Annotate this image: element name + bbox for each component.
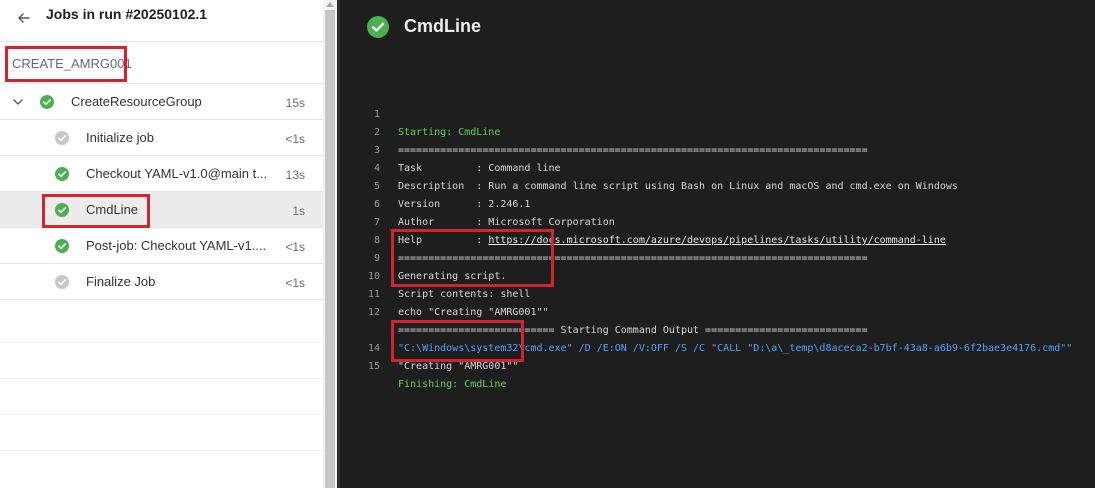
- chevron-down-icon[interactable]: [12, 96, 24, 108]
- step-label: Post-job: Checkout YAML-v1....: [86, 238, 267, 253]
- step-row-finalize-job[interactable]: Finalize Job <1s: [0, 264, 323, 300]
- step-duration: <1s: [285, 240, 305, 254]
- check-circle-icon: [55, 203, 69, 217]
- log-line: 6 Author : Microsoft Corporation: [360, 178, 1095, 228]
- log-line: 7 Help : https://docs.microsoft.com/azur…: [360, 196, 1095, 246]
- step-duration: <1s: [285, 132, 305, 146]
- log-line: 15 Finishing: CmdLine: [360, 340, 1095, 390]
- log-line: 14 "Creating "AMRG001"": [360, 322, 1095, 372]
- check-circle-icon: [55, 167, 69, 181]
- divider: [0, 414, 323, 415]
- skipped-circle-icon: [55, 275, 69, 289]
- skipped-circle-icon: [55, 131, 69, 145]
- job-name-row: CREATE_AMRG001: [0, 42, 323, 84]
- check-circle-icon: [55, 239, 69, 253]
- log-line: 11 echo "Creating "AMRG001"": [360, 268, 1095, 318]
- step-duration: 1s: [292, 204, 305, 218]
- sidebar-title: Jobs in run #20250102.1: [46, 6, 208, 22]
- log-line: 10 Script contents: shell: [360, 250, 1095, 300]
- step-label: Initialize job: [86, 130, 154, 145]
- check-circle-icon: [367, 16, 389, 38]
- step-row-post-job-checkout[interactable]: Post-job: Checkout YAML-v1.... <1s: [0, 228, 323, 264]
- log-line: 12 ========================== Starting C…: [360, 286, 1095, 336]
- step-duration: 13s: [285, 168, 305, 182]
- log-line: 5 Version : 2.246.1: [360, 160, 1095, 210]
- log-line: 9 Generating script.: [360, 232, 1095, 282]
- job-label: CreateResourceGroup: [71, 94, 202, 109]
- line-text: "Creating "AMRG001"": [398, 361, 519, 372]
- job-name: CREATE_AMRG001: [12, 56, 132, 71]
- step-label: Finalize Job: [86, 274, 156, 289]
- divider: [0, 378, 323, 379]
- log-line: 2 ======================================…: [360, 106, 1095, 156]
- sidebar-header: Jobs in run #20250102.1: [0, 0, 323, 42]
- sidebar-empty-area: [0, 302, 323, 488]
- check-circle-icon: [40, 95, 54, 109]
- log-line: "C:\Windows\system32\cmd.exe" /D /E:ON /…: [360, 304, 1095, 354]
- log-line: 4 Description : Run a command line scrip…: [360, 142, 1095, 192]
- job-duration: 15s: [285, 96, 305, 110]
- step-row-cmdline[interactable]: CmdLine 1s: [0, 192, 323, 228]
- line-number: 15: [367, 361, 380, 372]
- step-row-initialize-job[interactable]: Initialize job <1s: [0, 120, 323, 156]
- divider: [0, 342, 323, 343]
- step-row-checkout-yaml[interactable]: Checkout YAML-v1.0@main t... 13s: [0, 156, 323, 192]
- job-row-createresourcegroup[interactable]: CreateResourceGroup 15s: [0, 84, 323, 120]
- scrollbar-thumb[interactable]: [325, 10, 335, 488]
- log-title: CmdLine: [404, 16, 482, 36]
- log-line: 1 Starting: CmdLine: [360, 88, 1095, 138]
- step-label: CmdLine: [86, 202, 139, 217]
- arrow-left-icon[interactable]: [15, 9, 33, 27]
- jobs-sidebar: Jobs in run #20250102.1 CREATE_AMRG001 C…: [0, 0, 337, 488]
- log-line: 8 ======================================…: [360, 214, 1095, 264]
- panel-divider: [337, 0, 340, 488]
- scroll-up-arrow-icon[interactable]: [326, 2, 334, 7]
- jobs-list: Jobs in run #20250102.1 CREATE_AMRG001 C…: [0, 0, 323, 488]
- divider: [0, 450, 323, 451]
- log-line: 3 Task : Command line: [360, 124, 1095, 174]
- line-text: Finishing: CmdLine: [398, 379, 507, 390]
- step-duration: <1s: [285, 276, 305, 290]
- step-label: Checkout YAML-v1.0@main t...: [86, 166, 268, 181]
